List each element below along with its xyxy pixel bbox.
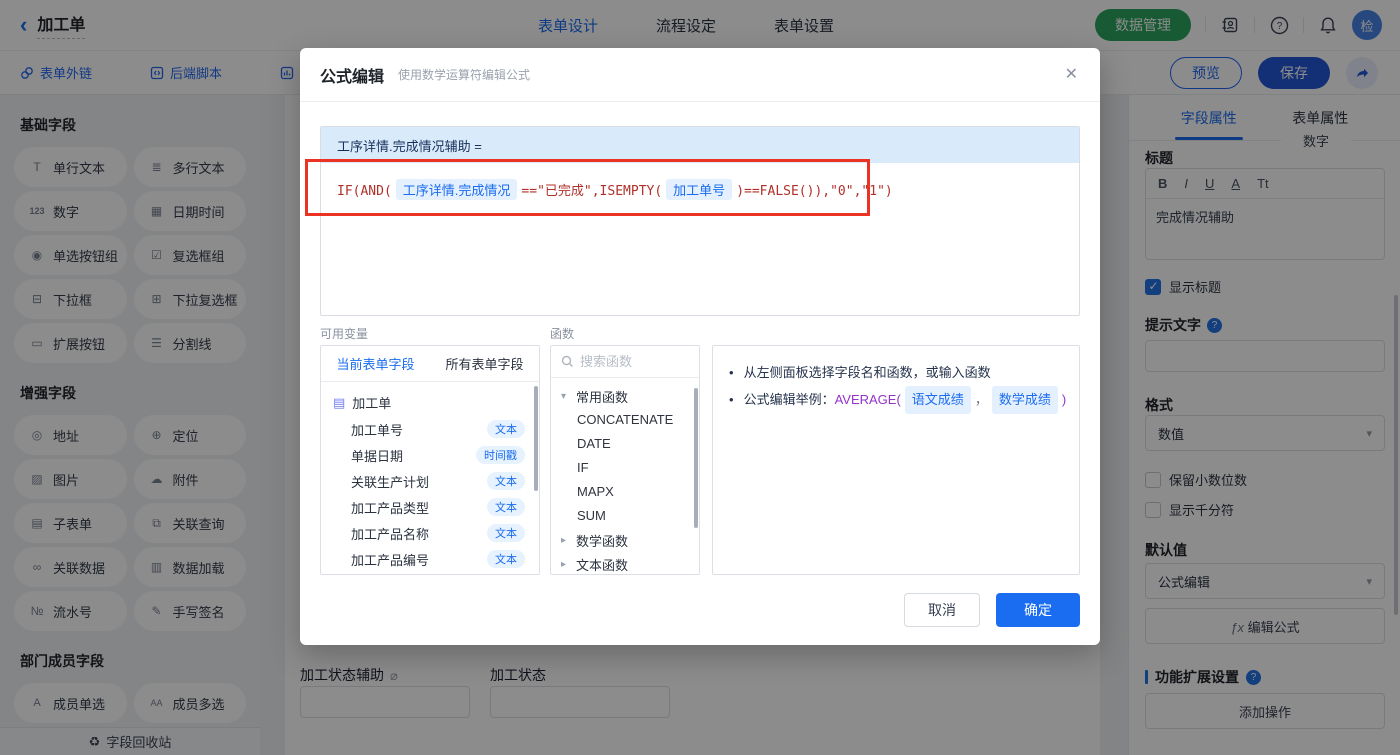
field-chip: 语文成绩 — [904, 386, 971, 414]
type-badge: 时间戳 — [476, 446, 525, 464]
function-item[interactable]: CONCATENATE — [551, 408, 699, 432]
formula-code-segment: IF(AND( — [337, 184, 392, 199]
app-window: ‹ 加工单 表单设计 流程设定 表单设置 数据管理 ? 检 表单外链 后端脚本 … — [0, 0, 1400, 755]
close-icon[interactable]: ✕ — [1065, 64, 1078, 84]
function-item[interactable]: MAPX — [551, 480, 699, 504]
help-example: 公式编辑举例：AVERAGE(语文成绩，数学成绩) — [729, 386, 1066, 414]
variable-row[interactable]: 加工产品名称 文本 — [321, 520, 539, 546]
modal-title: 公式编辑 — [320, 68, 385, 86]
chevron-right-icon: ▸ — [561, 534, 567, 546]
scrollbar-thumb[interactable] — [534, 386, 538, 491]
function-item[interactable]: IF — [551, 456, 699, 480]
scrollbar-thumb[interactable] — [694, 388, 698, 528]
function-item[interactable]: DATE — [551, 432, 699, 456]
variables-label: 可用变量 — [320, 327, 369, 341]
cancel-button[interactable]: 取消 — [904, 593, 980, 627]
help-panel: 从左侧面板选择字段名和函数，或输入函数 公式编辑举例：AVERAGE(语文成绩，… — [712, 345, 1080, 575]
variable-row[interactable]: 加工产品类型 文本 — [321, 494, 539, 520]
function-item[interactable]: SUM — [551, 504, 699, 528]
formula-code-segment: =="已完成",ISEMPTY( — [521, 184, 663, 199]
modal-header: 公式编辑 使用数学运算符编辑公式 ✕ — [300, 48, 1100, 102]
help-tip: 从左侧面板选择字段名和函数，或输入函数 — [729, 360, 1063, 386]
function-search-input[interactable] — [580, 354, 680, 369]
modal-subtitle: 使用数学运算符编辑公式 — [398, 68, 531, 82]
field-chip[interactable]: 加工单号 — [666, 179, 733, 200]
chevron-down-icon: ▾ — [561, 390, 567, 402]
variable-row[interactable]: 关联生产计划 文本 — [321, 468, 539, 494]
chevron-right-icon: ▸ — [561, 558, 567, 570]
type-badge: 文本 — [487, 498, 525, 516]
variable-row[interactable]: 单据日期 时间戳 — [321, 442, 539, 468]
formula-editor: 工序详情.完成情况辅助 = IF(AND(工序详情.完成情况 =="已完成",IS… — [320, 126, 1080, 316]
formula-code-area[interactable]: IF(AND(工序详情.完成情况 =="已完成",ISEMPTY(加工单号)==F… — [321, 163, 1079, 216]
functions-label: 函数 — [550, 327, 575, 341]
function-search[interactable] — [551, 346, 699, 378]
variable-row[interactable]: 加工产品编号 文本 — [321, 546, 539, 572]
functions-panel: ▾ 常用函数 CONCATENATE DATE IF MAPX SUM ▸ 数学… — [550, 345, 700, 575]
type-badge: 文本 — [487, 524, 525, 542]
variables-tabs: 当前表单字段 所有表单字段 — [321, 346, 539, 382]
tab-current-form-fields[interactable]: 当前表单字段 — [321, 354, 430, 373]
modal-footer: 取消 确定 — [904, 593, 1080, 627]
tab-all-form-fields[interactable]: 所有表单字段 — [430, 354, 539, 373]
type-badge: 文本 — [487, 550, 525, 568]
variable-row[interactable]: 加工单号 文本 — [321, 416, 539, 442]
type-badge: 文本 — [487, 420, 525, 438]
confirm-button[interactable]: 确定 — [996, 593, 1080, 627]
formula-target: 工序详情.完成情况辅助 = — [321, 127, 1079, 163]
type-badge: 文本 — [487, 472, 525, 490]
function-group-common[interactable]: ▾ 常用函数 — [551, 384, 699, 408]
search-icon — [561, 355, 573, 367]
field-chip: 数学成绩 — [991, 386, 1058, 414]
form-doc-icon: ▤ — [333, 394, 346, 410]
form-node[interactable]: ▤ 加工单 — [321, 382, 539, 416]
example-function: AVERAGE( — [834, 392, 901, 407]
formula-editor-modal: 公式编辑 使用数学运算符编辑公式 ✕ 工序详情.完成情况辅助 = IF(AND(… — [300, 48, 1100, 645]
formula-code-segment: )==FALSE()),"0","1") — [736, 184, 893, 199]
variables-panel: 当前表单字段 所有表单字段 ▤ 加工单 加工单号 文本 单据日期 时间戳 关联生产计… — [320, 345, 540, 575]
function-group-text[interactable]: ▸ 文本函数 — [551, 552, 699, 574]
field-chip[interactable]: 工序详情.完成情况 — [395, 179, 518, 200]
function-group-math[interactable]: ▸ 数学函数 — [551, 528, 699, 552]
